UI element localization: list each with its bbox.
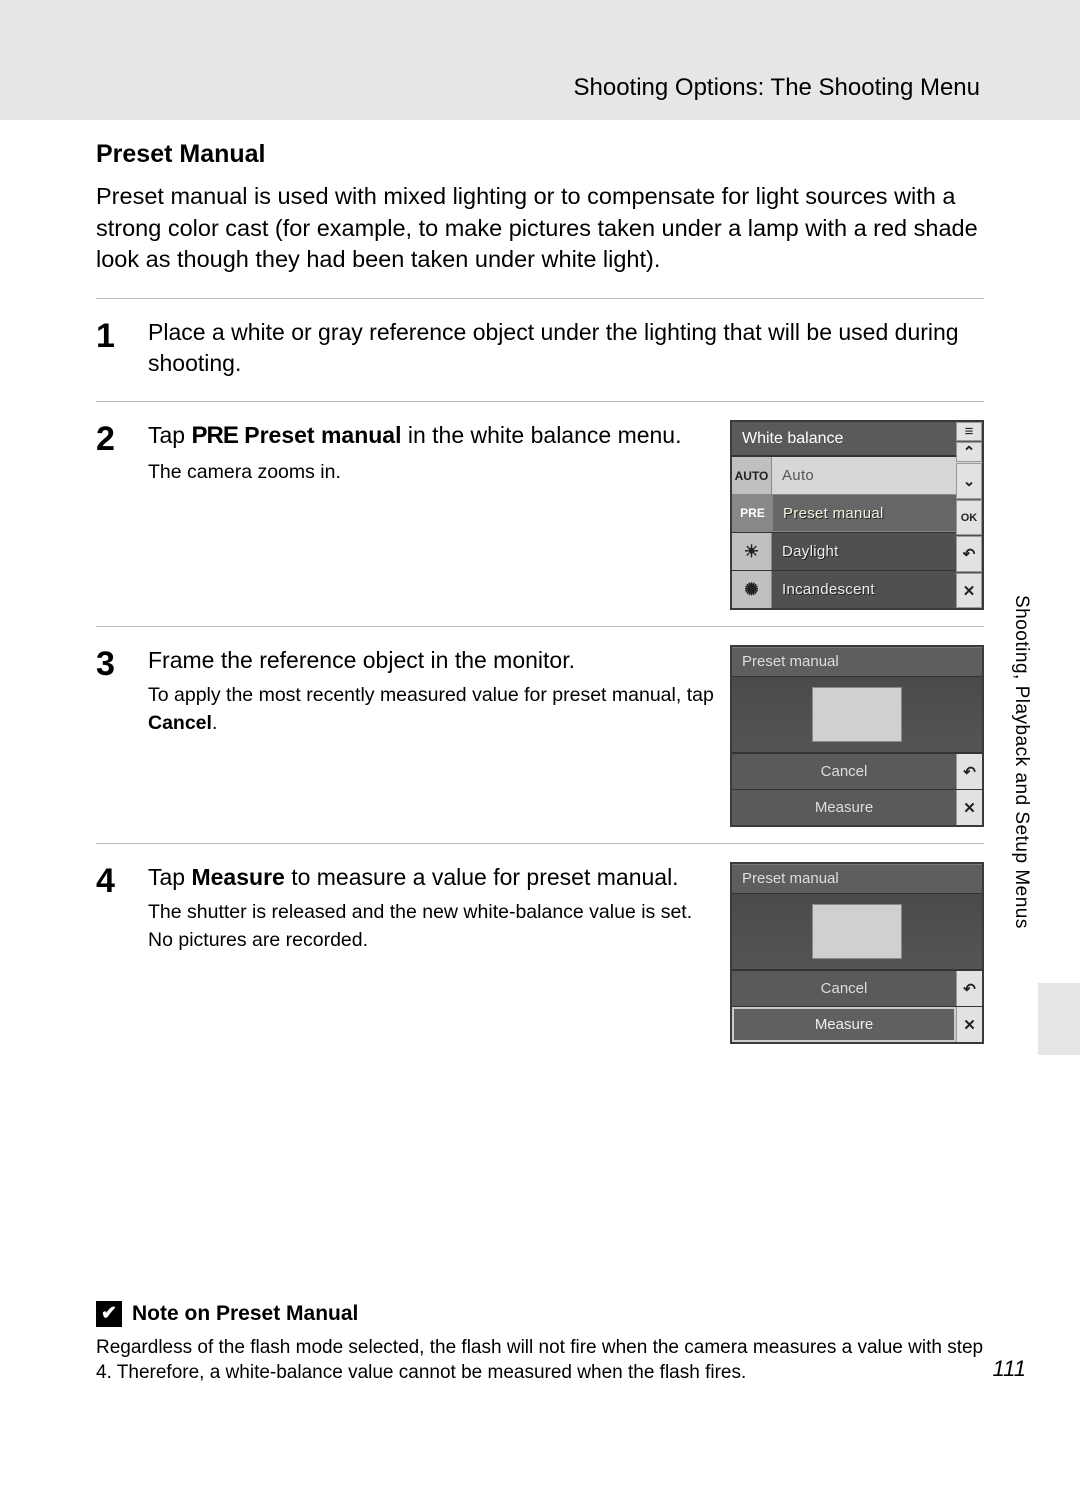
text: To apply the most recently measured valu… bbox=[148, 684, 714, 706]
step-2-head: Tap PRE Preset manual in the white balan… bbox=[148, 420, 714, 452]
wb-row-auto[interactable]: AUTO Auto bbox=[732, 456, 982, 494]
wb-row-incandescent[interactable]: ✺ Incandescent bbox=[732, 570, 982, 608]
divider bbox=[96, 626, 984, 627]
text: . bbox=[212, 712, 217, 734]
page-number: 111 bbox=[993, 1356, 1026, 1382]
text: Tap bbox=[148, 422, 191, 448]
wb-menu-title: White balance bbox=[732, 422, 982, 455]
step-number: 3 bbox=[96, 645, 132, 681]
scroll-up-icon[interactable]: ⌃ bbox=[956, 442, 982, 462]
sun-icon: ☀ bbox=[732, 533, 772, 570]
measure-button[interactable]: Measure bbox=[732, 1007, 956, 1042]
pm-preview-area bbox=[732, 894, 982, 970]
step-3-sub: To apply the most recently measured valu… bbox=[148, 682, 714, 737]
text: to measure a value for preset manual. bbox=[285, 864, 679, 890]
step-2: 2 Tap PRE Preset manual in the white bal… bbox=[96, 412, 984, 616]
pre-icon: PRE bbox=[733, 495, 773, 531]
step-4-head: Tap Measure to measure a value for prese… bbox=[148, 862, 714, 893]
white-balance-menu-screenshot: White balance AUTO Auto PRE Preset manua… bbox=[730, 420, 984, 610]
close-icon[interactable]: ✕ bbox=[956, 790, 982, 825]
reference-frame bbox=[812, 687, 902, 742]
note-block: ✔ Note on Preset Manual Regardless of th… bbox=[0, 1301, 1080, 1386]
divider bbox=[96, 843, 984, 844]
divider bbox=[96, 401, 984, 402]
pre-icon: PRE bbox=[191, 422, 237, 449]
preset-manual-panel-screenshot-2: Preset manual Cancel ↶ Measure ✕ bbox=[730, 862, 984, 1044]
cancel-button[interactable]: Cancel bbox=[732, 971, 956, 1006]
step-1: 1 Place a white or gray reference object… bbox=[96, 309, 984, 391]
pm-title: Preset manual bbox=[732, 647, 982, 677]
text: Tap bbox=[148, 864, 191, 890]
section-title: Preset Manual bbox=[96, 140, 984, 169]
wb-label: Incandescent bbox=[772, 571, 982, 608]
note-title: Note on Preset Manual bbox=[132, 1302, 358, 1326]
text-strong: Measure bbox=[191, 864, 284, 890]
pm-preview-area bbox=[732, 677, 982, 753]
thumb-tab bbox=[1038, 983, 1080, 1055]
ok-button[interactable]: OK bbox=[956, 500, 982, 536]
wb-label: Preset manual bbox=[773, 495, 981, 531]
step-3: 3 Frame the reference object in the moni… bbox=[96, 637, 984, 833]
auto-icon: AUTO bbox=[732, 457, 772, 494]
step-number: 4 bbox=[96, 862, 132, 898]
text-strong: Cancel bbox=[148, 712, 212, 734]
reference-frame bbox=[812, 904, 902, 959]
step-2-sub: The camera zooms in. bbox=[148, 459, 714, 486]
page-header: Shooting Options: The Shooting Menu bbox=[0, 0, 1080, 120]
back-icon[interactable]: ↶ bbox=[956, 971, 982, 1006]
step-number: 2 bbox=[96, 420, 132, 456]
text: in the white balance menu. bbox=[401, 422, 681, 448]
close-icon[interactable]: ✕ bbox=[956, 1007, 982, 1042]
header-title: Shooting Options: The Shooting Menu bbox=[574, 74, 981, 102]
step-4: 4 Tap Measure to measure a value for pre… bbox=[96, 854, 984, 1050]
scroll-down-icon[interactable]: ⌄ bbox=[956, 463, 982, 499]
wb-row-daylight[interactable]: ☀ Daylight bbox=[732, 532, 982, 570]
measure-button[interactable]: Measure bbox=[732, 790, 956, 825]
close-icon[interactable]: ✕ bbox=[956, 573, 982, 609]
step-3-head: Frame the reference object in the monito… bbox=[148, 645, 714, 676]
section-intro: Preset manual is used with mixed lightin… bbox=[96, 181, 984, 276]
step-1-head: Place a white or gray reference object u… bbox=[148, 317, 984, 379]
check-icon: ✔ bbox=[96, 1301, 122, 1327]
back-icon[interactable]: ↶ bbox=[956, 754, 982, 789]
step-number: 1 bbox=[96, 317, 132, 353]
list-icon[interactable]: ≡ bbox=[956, 422, 982, 441]
back-icon[interactable]: ↶ bbox=[956, 536, 982, 572]
section-tab-vertical: Shooting, Playback and Setup Menus bbox=[1010, 595, 1032, 929]
pm-title: Preset manual bbox=[732, 864, 982, 894]
step-4-sub2: No pictures are recorded. bbox=[148, 927, 714, 954]
cancel-button[interactable]: Cancel bbox=[732, 754, 956, 789]
divider bbox=[96, 298, 984, 299]
preset-manual-panel-screenshot: Preset manual Cancel ↶ Measure ✕ bbox=[730, 645, 984, 827]
wb-row-preset-manual[interactable]: PRE Preset manual bbox=[732, 494, 982, 532]
note-body: Regardless of the flash mode selected, t… bbox=[96, 1335, 984, 1386]
wb-label: Auto bbox=[772, 457, 982, 494]
wb-label: Daylight bbox=[772, 533, 982, 570]
text-strong: Preset manual bbox=[238, 422, 402, 448]
step-4-sub1: The shutter is released and the new whit… bbox=[148, 899, 714, 926]
bulb-icon: ✺ bbox=[732, 571, 772, 608]
